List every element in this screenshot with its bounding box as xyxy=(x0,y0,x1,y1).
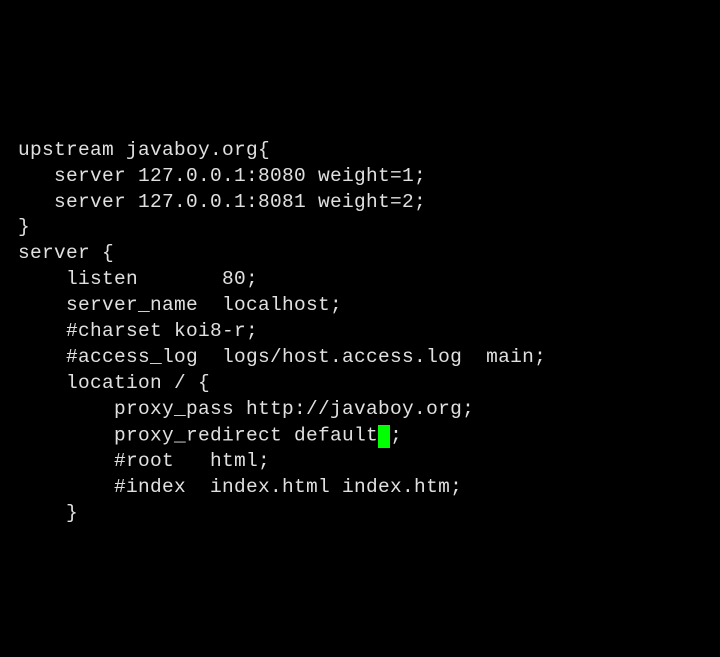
text-cursor xyxy=(378,425,390,448)
config-line: server 127.0.0.1:8080 weight=1; xyxy=(18,164,702,190)
config-line: #root html; xyxy=(18,449,702,475)
terminal-editor[interactable]: upstream javaboy.org{ server 127.0.0.1:8… xyxy=(18,138,702,527)
line-suffix: ; xyxy=(390,424,402,446)
config-line: server_name localhost; xyxy=(18,293,702,319)
config-line: server 127.0.0.1:8081 weight=2; xyxy=(18,190,702,216)
line-prefix: proxy_redirect default xyxy=(18,424,378,446)
config-line: location / { xyxy=(18,371,702,397)
config-line: } xyxy=(18,215,702,241)
config-line: #charset koi8-r; xyxy=(18,319,702,345)
config-line: #index index.html index.htm; xyxy=(18,475,702,501)
config-line: #access_log logs/host.access.log main; xyxy=(18,345,702,371)
config-line: listen 80; xyxy=(18,267,702,293)
config-line: proxy_pass http://javaboy.org; xyxy=(18,397,702,423)
config-line: } xyxy=(18,501,702,527)
config-line-cursor: proxy_redirect default; xyxy=(18,423,702,449)
config-line: server { xyxy=(18,241,702,267)
config-line: upstream javaboy.org{ xyxy=(18,138,702,164)
